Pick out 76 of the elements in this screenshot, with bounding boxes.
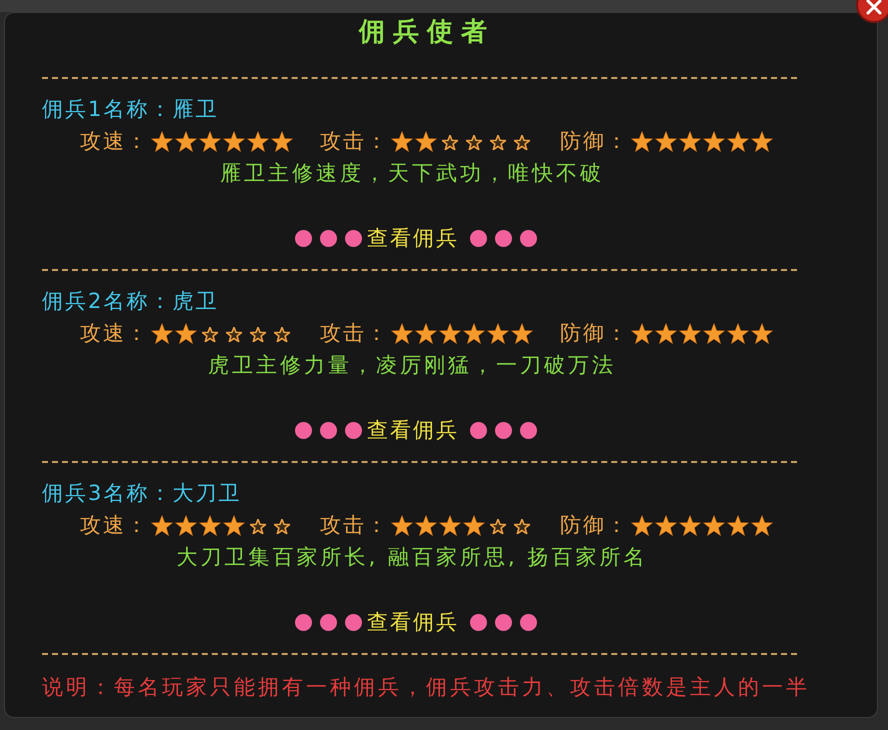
star-icon [463,514,485,536]
star-icon [175,130,197,152]
star-icon [631,130,653,152]
star-icon [463,322,485,344]
star-icon [703,130,725,152]
star-icon [727,322,749,344]
star-icon [199,130,221,152]
stat-label: 攻击： [320,320,390,347]
star-icon [751,322,773,344]
star-outline-icon [442,135,458,150]
star-icon [223,130,245,152]
star-icon [655,130,677,152]
star-icon [439,322,461,344]
star-outline-icon [466,135,482,150]
star-outline-icon [490,135,506,150]
close-icon [856,0,888,24]
star-outline-icon [274,327,290,342]
star-icon [751,130,773,152]
star-outline-icon [514,135,530,150]
stat-label: 攻击： [320,128,390,155]
close-button[interactable] [856,0,888,24]
star-icon [247,130,269,152]
mercenary-description: 大刀卫集百家所长, 融百家所思, 扬百家所名 [176,544,648,571]
star-icon [175,322,197,344]
view-mercenary-link[interactable]: 查看佣兵 [367,416,459,444]
stat-label: 攻速： [80,512,150,539]
note-text: 说明：每名玩家只能拥有一种佣兵，佣兵攻击力、攻击倍数是主人的一半 [42,674,810,701]
star-outline-icon [226,327,242,342]
window-title: 佣兵使者 [359,16,495,48]
star-icon [727,130,749,152]
star-icon [223,514,245,536]
stat-label: 防御： [560,320,630,347]
star-icon [703,322,725,344]
mercenary-name: 佣兵2名称：虎卫 [42,288,218,315]
mercenary-description: 雁卫主修速度，天下武功，唯快不破 [220,160,604,187]
star-icon [415,130,437,152]
star-icon [271,130,293,152]
star-outline-icon [250,519,266,534]
star-icon [727,514,749,536]
stat-label: 防御： [560,128,630,155]
star-icon [439,514,461,536]
star-icon [751,514,773,536]
star-icon [391,514,413,536]
mercenary-name: 佣兵1名称：雁卫 [42,96,218,123]
star-outline-icon [274,519,290,534]
star-icon [415,514,437,536]
star-icon [631,322,653,344]
star-icon [199,514,221,536]
star-icon [391,130,413,152]
star-outline-icon [250,327,266,342]
star-icon [655,514,677,536]
star-icon [391,322,413,344]
stat-label: 攻速： [80,320,150,347]
star-icon [175,514,197,536]
view-mercenary-link[interactable]: 查看佣兵 [367,608,459,636]
star-icon [151,130,173,152]
stat-label: 防御： [560,512,630,539]
stat-label: 攻速： [80,128,150,155]
stat-label: 攻击： [320,512,390,539]
star-icon [679,130,701,152]
star-icon [151,322,173,344]
star-icon [511,322,533,344]
star-icon [655,322,677,344]
star-icon [679,514,701,536]
star-icon [415,322,437,344]
star-icon [151,514,173,536]
mercenary-description: 虎卫主修力量，凌厉刚猛，一刀破万法 [208,352,616,379]
star-outline-icon [514,519,530,534]
star-outline-icon [490,519,506,534]
star-icon [631,514,653,536]
mercenary-name: 佣兵3名称：大刀卫 [42,480,242,507]
star-icon [679,322,701,344]
star-icon [703,514,725,536]
view-mercenary-link[interactable]: 查看佣兵 [367,224,459,252]
star-outline-icon [202,327,218,342]
star-icon [487,322,509,344]
